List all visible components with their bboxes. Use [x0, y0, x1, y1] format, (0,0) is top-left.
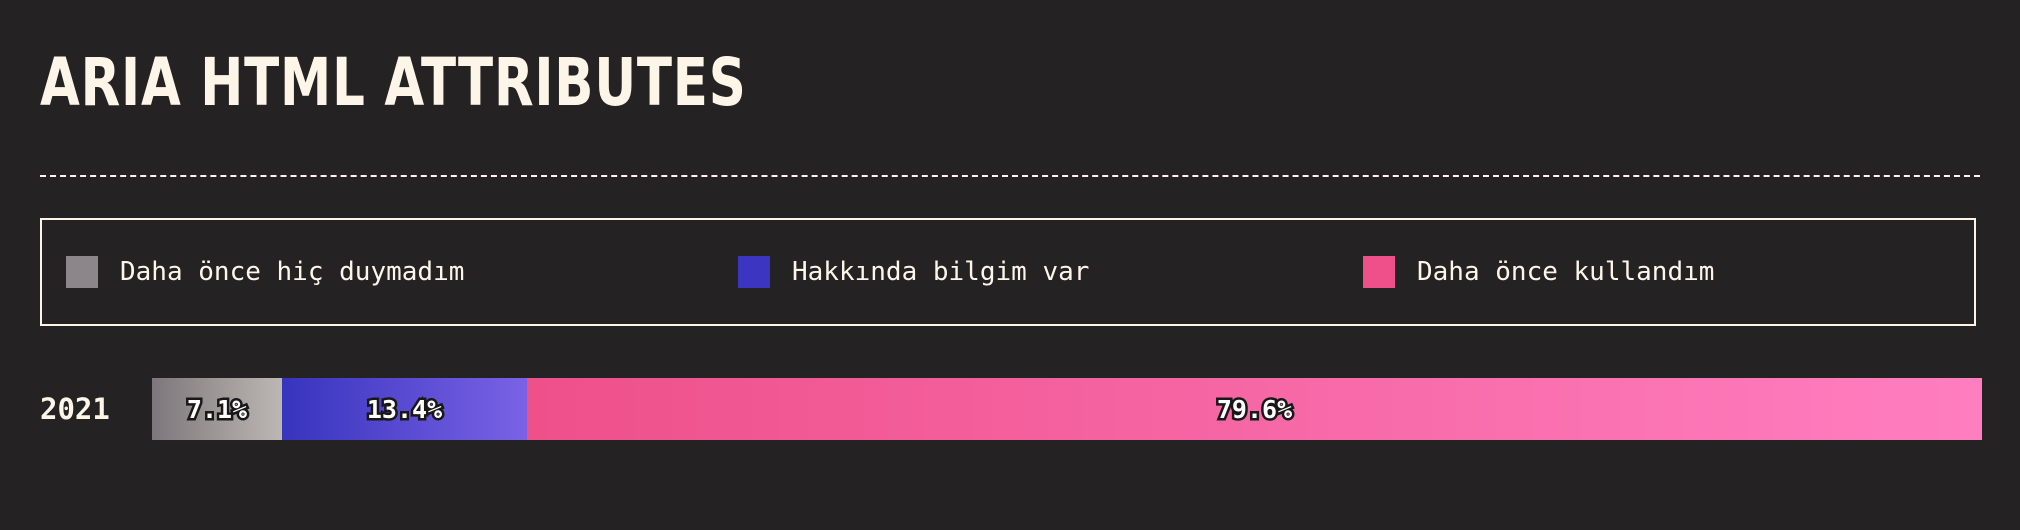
legend-label-know-about: Hakkında bilgim var: [792, 257, 1090, 287]
stacked-bar-2021: 7.1% 13.4% 79.6%: [152, 378, 1982, 440]
chart-title: ARIA HTML ATTRIBUTES: [40, 44, 747, 121]
row-label-2021: 2021: [40, 392, 110, 426]
bar-data-label: 79.6%: [1214, 392, 1294, 426]
legend-item-know-about: Hakkında bilgim var: [738, 256, 1089, 288]
dashed-divider: [40, 175, 1980, 177]
legend-label-never-heard: Daha önce hiç duymadım: [120, 257, 465, 287]
bar-segment-used-before: 79.6%: [527, 378, 1982, 440]
legend-swatch-know-about: [738, 256, 770, 288]
bar-data-label: 7.1%: [184, 392, 249, 426]
legend-label-used-before: Daha önce kullandım: [1417, 257, 1715, 287]
bar-data-label: 13.4%: [364, 392, 444, 426]
bar-segment-know-about: 13.4%: [282, 378, 527, 440]
bar-segment-never-heard: 7.1%: [152, 378, 282, 440]
legend-item-used-before: Daha önce kullandım: [1363, 256, 1714, 288]
legend-swatch-never-heard: [66, 256, 98, 288]
legend-item-never-heard: Daha önce hiç duymadım: [66, 256, 464, 288]
legend-swatch-used-before: [1363, 256, 1395, 288]
legend: Daha önce hiç duymadım Hakkında bilgim v…: [40, 218, 1976, 326]
